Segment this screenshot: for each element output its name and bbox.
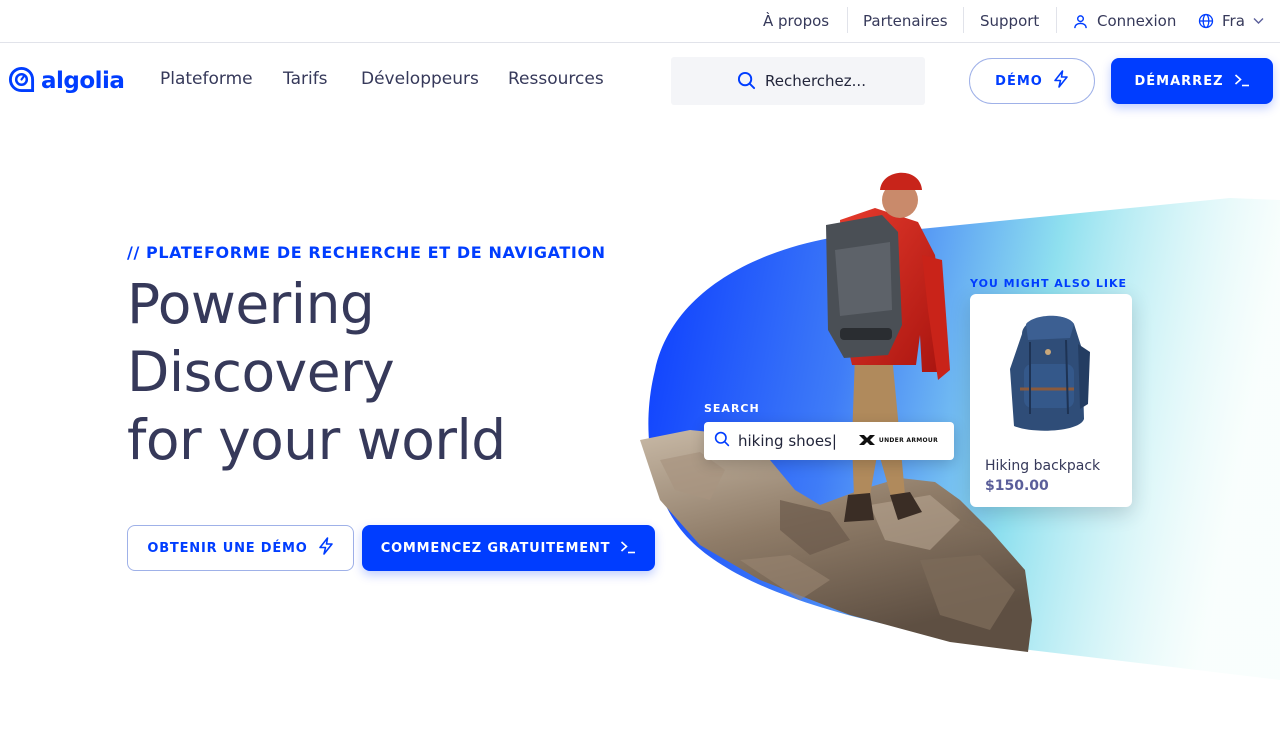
headline-line: Powering (127, 272, 375, 336)
user-icon (1073, 14, 1088, 29)
utility-bar: À propos Partenaires Support Connexion F… (0, 0, 1280, 43)
about-link-label: À propos (763, 12, 830, 30)
hero-eyebrow: // PLATEFORME DE RECHERCHE ET DE NAVIGAT… (127, 243, 606, 262)
nav-link-pricing[interactable]: Tarifs (283, 69, 328, 89)
partners-link[interactable]: Partenaires (863, 0, 948, 42)
product-price: $150.00 (985, 478, 1049, 494)
language-selector[interactable]: Fra (1198, 0, 1264, 42)
product-card[interactable]: Hiking backpack $150.00 (970, 294, 1132, 507)
main-nav: algolia Plateforme Tarifs Développeurs R… (0, 43, 1280, 119)
nav-link-developers[interactable]: Développeurs (361, 69, 479, 89)
algolia-logo-icon (8, 66, 35, 97)
login-link-label: Connexion (1097, 12, 1177, 30)
under-armour-logo: UNDER ARMOUR (858, 435, 938, 445)
hero-illustration: SEARCH hiking shoes| UNDER ARMOUR YOU MI… (630, 160, 1280, 700)
brand-logo-text: UNDER ARMOUR (878, 436, 938, 444)
lightning-icon (1053, 70, 1069, 92)
get-demo-button[interactable]: OBTENIR UNE DÉMO (127, 525, 354, 571)
backpack-image (1010, 315, 1090, 431)
start-button[interactable]: DÉMARREZ (1111, 58, 1273, 104)
start-free-button[interactable]: COMMENCEZ GRATUITEMENT (362, 525, 655, 571)
headline-line: Discovery (127, 340, 395, 404)
search-input[interactable]: Recherchez... (671, 57, 925, 105)
support-link[interactable]: Support (980, 0, 1039, 42)
headline-line: for your world (127, 408, 506, 472)
terminal-icon (1234, 72, 1250, 91)
language-label: Fra (1222, 12, 1245, 30)
illus-search-label: SEARCH (704, 402, 760, 415)
about-link[interactable]: À propos (763, 0, 829, 42)
support-link-label: Support (980, 12, 1040, 30)
divider (847, 7, 848, 33)
illus-search-query: hiking shoes| (738, 432, 837, 450)
login-link[interactable]: Connexion (1073, 0, 1176, 42)
logo-text: algolia (41, 68, 125, 94)
globe-icon (1198, 13, 1214, 29)
start-free-label: COMMENCEZ GRATUITEMENT (380, 540, 611, 556)
demo-button[interactable]: DÉMO (969, 58, 1095, 104)
nav-link-resources[interactable]: Ressources (508, 69, 604, 89)
divider (963, 7, 964, 33)
algolia-logo[interactable]: algolia (8, 66, 125, 97)
search-icon (714, 431, 730, 451)
hero-headline: Powering Discovery for your world (127, 270, 506, 474)
demo-button-label: DÉMO (995, 73, 1043, 89)
nav-link-platform[interactable]: Plateforme (160, 69, 253, 89)
recommend-label: YOU MIGHT ALSO LIKE (970, 277, 1128, 290)
divider (1056, 7, 1057, 33)
lightning-icon (318, 537, 334, 559)
start-button-label: DÉMARREZ (1134, 73, 1224, 89)
partners-link-label: Partenaires (863, 12, 948, 30)
search-icon (737, 71, 756, 94)
search-placeholder: Recherchez... (765, 72, 866, 90)
illus-search-bar: hiking shoes| UNDER ARMOUR (704, 422, 954, 460)
product-name: Hiking backpack (985, 458, 1101, 474)
chevron-down-icon (1253, 17, 1264, 25)
get-demo-label: OBTENIR UNE DÉMO (147, 540, 308, 556)
